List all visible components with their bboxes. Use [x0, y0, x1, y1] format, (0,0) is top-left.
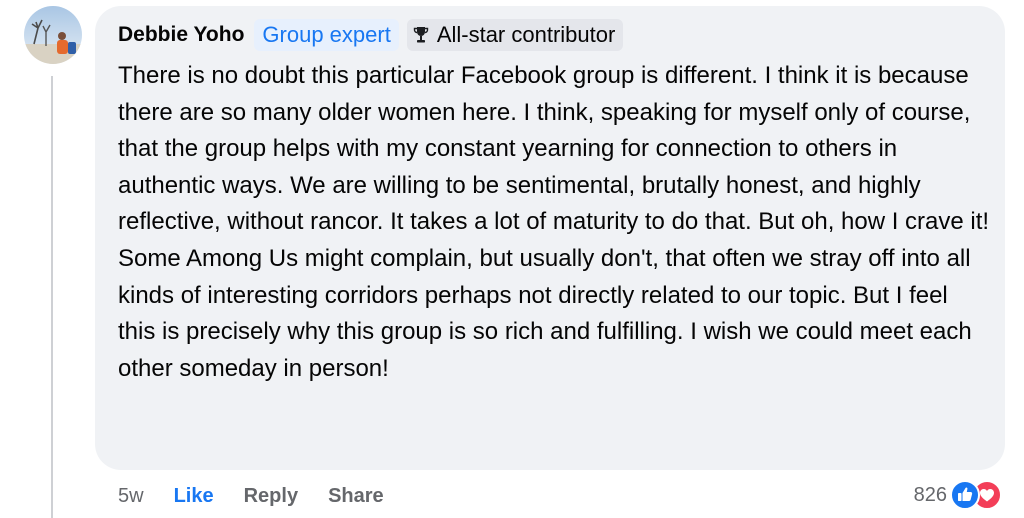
reaction-count: 826: [913, 483, 947, 506]
reply-button[interactable]: Reply: [244, 485, 298, 508]
comment-timestamp[interactable]: 5w: [118, 485, 144, 508]
all-star-label: All-star contributor: [436, 22, 616, 47]
avatar[interactable]: [24, 6, 82, 64]
reactions-summary[interactable]: 826: [914, 480, 1002, 510]
share-button[interactable]: Share: [328, 485, 384, 508]
comment-actions: 5w Like Reply Share: [118, 482, 384, 510]
reaction-icons: [950, 480, 1002, 510]
avatar-photo: [24, 6, 82, 64]
all-star-badge[interactable]: All-star contributor: [406, 19, 624, 51]
group-expert-badge[interactable]: Group expert: [254, 19, 399, 51]
thread-line: [51, 76, 53, 518]
author-row: Debbie Yoho Group expert All-star contri…: [118, 18, 624, 52]
like-reaction-icon: [950, 480, 980, 510]
comment-text: There is no doubt this particular Facebo…: [118, 62, 990, 382]
comment-container: Debbie Yoho Group expert All-star contri…: [0, 0, 1024, 518]
author-name[interactable]: Debbie Yoho: [118, 23, 244, 47]
like-button[interactable]: Like: [174, 485, 214, 508]
comment-bubble: Debbie Yoho Group expert All-star contri…: [95, 6, 1005, 470]
trophy-icon: [413, 27, 429, 43]
